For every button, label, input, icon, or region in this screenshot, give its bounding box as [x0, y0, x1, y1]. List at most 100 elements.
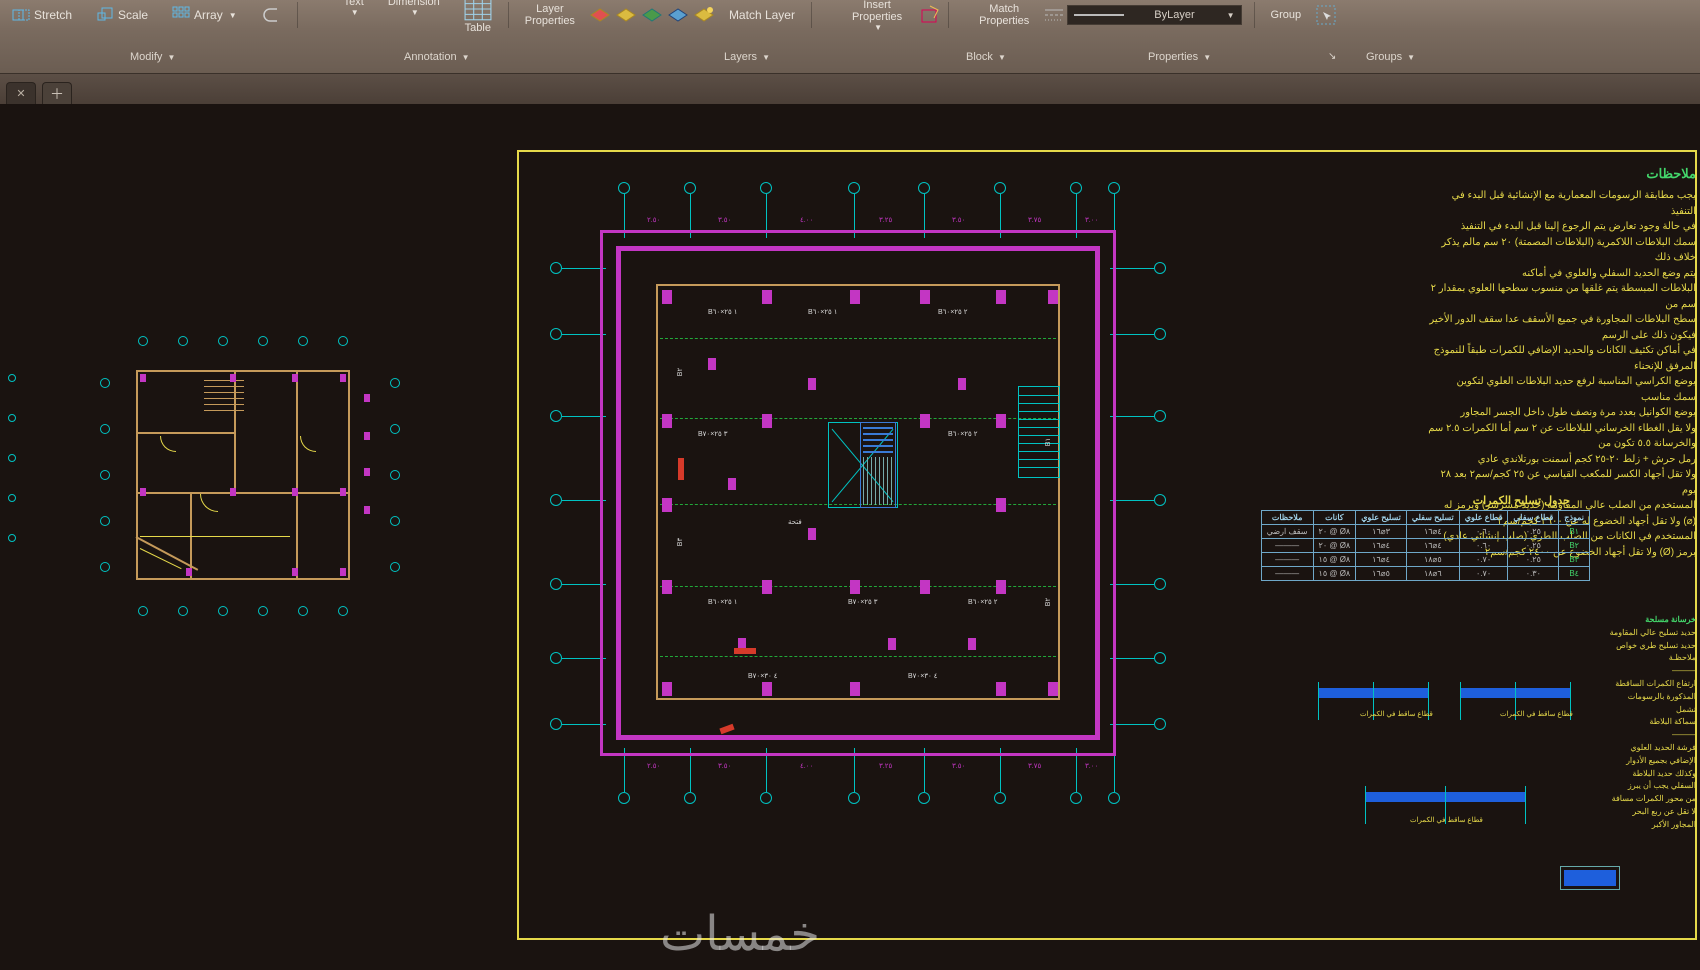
table-tool[interactable]: Table — [458, 0, 498, 34]
bylayer-label: ByLayer — [1154, 9, 1194, 21]
table-header: تسليح علوي — [1356, 511, 1407, 525]
close-icon[interactable]: ✕ — [16, 87, 25, 100]
dimension-text: ٣.٥٠ — [952, 216, 965, 224]
layer-lock-icon[interactable] — [641, 4, 663, 26]
group-tool[interactable]: Group — [1265, 9, 1308, 21]
table-icon — [464, 0, 492, 22]
dimension-text: ٣.٥٠ — [718, 216, 731, 224]
material-line: من محور الكمرات مسافة — [1606, 793, 1696, 806]
scale-icon — [96, 6, 114, 24]
array-label: Array — [194, 8, 223, 22]
text-label: Text — [344, 0, 364, 8]
material-line: ——— — [1606, 665, 1696, 678]
group-label: Group — [1271, 9, 1302, 21]
stretch-tool[interactable]: Stretch — [8, 4, 76, 26]
table-row: B٣٠.٢٥٠.٧٠٥⌀١٨٤⌀١٦Ø٨ @ ١٥——— — [1261, 553, 1589, 567]
insert-tool[interactable]: Insert Properties▼ — [846, 0, 908, 32]
subset-tool[interactable] — [259, 4, 285, 26]
scale-tool[interactable]: Scale — [92, 4, 152, 26]
table-header: ملاحظات — [1261, 511, 1313, 525]
dimension-text: ٣.٠٠ — [1085, 762, 1098, 770]
table-header: تسليح سفلي — [1406, 511, 1459, 525]
beam-sections: قطاع ساقط في الكمرات قطاع ساقط في الكمرا… — [1310, 674, 1590, 884]
material-line: حديد تسليح عالي المقاومة — [1606, 627, 1696, 640]
notes-line: ولا يقل الغطاء الخرساني للبلاطات عن ٢ سم… — [1426, 421, 1696, 437]
chevron-down-icon: ▼ — [229, 11, 237, 20]
material-line: وكذلك حديد البلاطة — [1606, 768, 1696, 781]
notes-heading: ملاحظات — [1426, 164, 1696, 184]
layer-freeze-icon[interactable] — [615, 4, 637, 26]
block-panel[interactable]: Block ▼ — [960, 49, 1012, 65]
new-tab-button[interactable]: ＋ — [42, 82, 72, 104]
table-header: قطاع سفلي — [1508, 511, 1559, 525]
table-header: كانات — [1313, 511, 1356, 525]
linetype-icon[interactable] — [1043, 4, 1065, 26]
match-properties-tool[interactable]: Match Properties — [973, 3, 1035, 27]
dimension-text: ٣.٥٠ — [952, 762, 965, 770]
dimension-tool[interactable]: Dimension▼ — [382, 0, 446, 17]
notes-line: يوضع الكراسي المناسبة لرفع حديد البلاطات… — [1426, 374, 1696, 390]
notes-line: في أماكن تكثيف الكانات والحديد الإضافي ل… — [1426, 343, 1696, 359]
notes-line: يوضع الكوانيل بعدد مرة ونصف طول داخل الج… — [1426, 405, 1696, 421]
material-line: ارتفاع الكمرات الساقطة — [1606, 678, 1696, 691]
beams-table-title: جدول تسليح الكمرات — [1473, 494, 1570, 507]
notes-line: البلاطات المبسطة يتم غلقها من منسوب سطحه… — [1426, 281, 1696, 312]
material-line: المجاور الأكبر — [1606, 819, 1696, 832]
notes-line: سمك البلاطات اللاكمرية (البلاطات المصمتة… — [1426, 235, 1696, 266]
chevron-down-icon: ▼ — [1227, 11, 1235, 20]
material-line: ——— — [1606, 729, 1696, 742]
layer-properties-tool[interactable]: Layer Properties — [519, 3, 581, 27]
notes-line: والخرسانة ٥.٥ تكون من — [1426, 436, 1696, 452]
layer-on-icon[interactable] — [693, 4, 715, 26]
groups-panel[interactable]: Groups ▼ — [1360, 49, 1421, 65]
material-line: المذكورة بالرسومات تشمل — [1606, 691, 1696, 717]
material-line: فرشة الحديد العلوي — [1606, 742, 1696, 755]
insert-label: Insert Properties — [852, 0, 902, 23]
table-label: Table — [465, 22, 491, 34]
layer-props-label: Layer Properties — [525, 3, 575, 27]
drawing-canvas[interactable]: ملاحظات يجب مطابقة الرسومات المعمارية مع… — [0, 104, 1700, 970]
text-tool[interactable]: Text▼ — [338, 0, 370, 17]
group-select-icon[interactable] — [1315, 4, 1337, 26]
notes-line: في حالة وجود تعارض يتم الرجوع إلينا قبل … — [1426, 219, 1696, 235]
material-line: حديد تسليح طري خواص — [1606, 640, 1696, 653]
material-line: السفلي يجب أن يبرز — [1606, 780, 1696, 793]
dimension-text: ٣.٥٠ — [718, 762, 731, 770]
layers-panel[interactable]: Layers ▼ — [718, 49, 776, 65]
properties-panel[interactable]: Properties ▼ — [1142, 49, 1217, 65]
table-row: B٢٠.٢٥٠.٦٠٤⌀١٦٤⌀١٦Ø٨ @ ٢٠——— — [1261, 539, 1589, 553]
material-line: الإضافي بجميع الأدوار — [1606, 755, 1696, 768]
match-layer-label: Match Layer — [729, 8, 795, 22]
dimension-text: ٣.٧٥ — [1028, 762, 1041, 770]
table-header: قطاع علوي — [1459, 511, 1508, 525]
stretch-icon — [12, 6, 30, 24]
scale-label: Scale — [118, 8, 148, 22]
linetype-dropdown[interactable]: ByLayer ▼ — [1067, 5, 1241, 25]
floor-plan-small — [100, 336, 400, 616]
match-layer-tool[interactable]: Match Layer — [725, 6, 799, 24]
dimension-text: ٣.٢٥ — [879, 762, 892, 770]
notes-line: رمل حرش + زلط ٢٠-٢٥ كجم أسمنت بورتلاندي … — [1426, 452, 1696, 468]
layer-isolate-icon[interactable] — [667, 4, 689, 26]
dimension-text: ٢.٥٠ — [647, 762, 660, 770]
properties-arrow[interactable]: ↘ — [1322, 49, 1342, 64]
notes-line: سطح البلاطات المجاورة في جميع الأسقف عدا… — [1426, 312, 1696, 328]
dimension-text: ٣.٧٥ — [1028, 216, 1041, 224]
modify-panel[interactable]: Modify ▼ — [124, 49, 181, 65]
document-tab[interactable]: ✕ — [6, 82, 36, 104]
beams-table: نموذجقطاع سفليقطاع علويتسليح سفليتسليح ع… — [1261, 510, 1590, 581]
notes-line: سمك مناسب — [1426, 390, 1696, 406]
plus-icon: ＋ — [50, 84, 64, 104]
notes-line: يجب مطابقة الرسومات المعمارية مع الإنشائ… — [1426, 188, 1696, 219]
array-tool[interactable]: Array ▼ — [168, 4, 241, 26]
material-line: سماكة البلاطة — [1606, 716, 1696, 729]
notes-line: يتم وضع الحديد السفلي والعلوي في أماكنه — [1426, 266, 1696, 282]
stretch-label: Stretch — [34, 8, 72, 22]
dimension-text: ٢.٥٠ — [647, 216, 660, 224]
layer-off-icon[interactable] — [589, 4, 611, 26]
array-icon — [172, 6, 190, 24]
annotation-panel[interactable]: Annotation ▼ — [398, 49, 476, 65]
structural-plan: ٢.٥٠٣.٥٠٤.٠٠٣.٢٥٣.٥٠٣.٧٥٣.٠٠ ٢.٥٠٣.٥٠٤.٠… — [548, 178, 1168, 808]
block-edit-icon[interactable] — [920, 4, 942, 26]
notes-line: المرفق للإنحناء — [1426, 359, 1696, 375]
